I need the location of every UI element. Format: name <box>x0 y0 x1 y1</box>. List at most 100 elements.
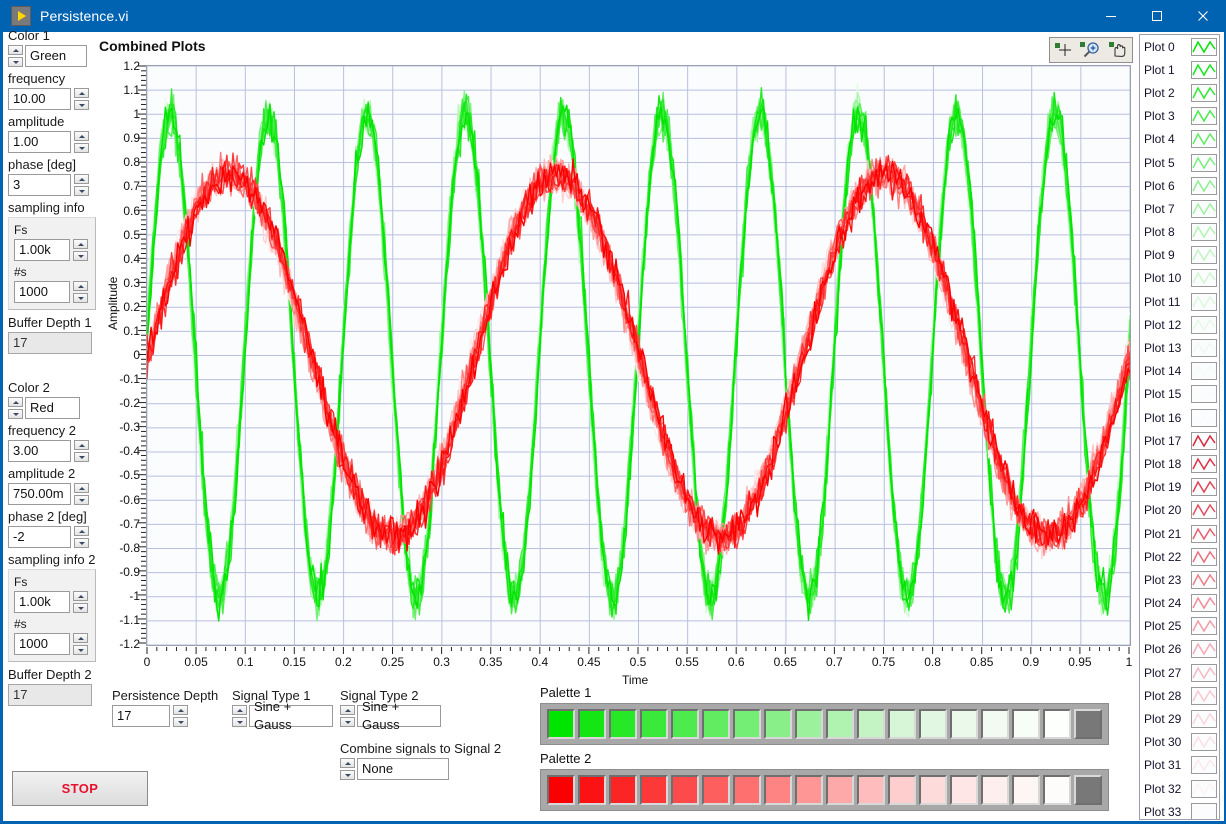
legend-row[interactable]: Plot 14 <box>1140 360 1219 383</box>
legend-line-style-swatch[interactable] <box>1191 199 1217 218</box>
palette-swatch[interactable] <box>857 775 885 805</box>
palette-swatch[interactable] <box>1012 709 1040 739</box>
ns-control[interactable]: 1000 <box>14 281 90 303</box>
legend-line-style-swatch[interactable] <box>1191 524 1217 543</box>
legend-row[interactable]: Plot 27 <box>1140 661 1219 684</box>
legend-row[interactable]: Plot 12 <box>1140 313 1219 336</box>
legend-row[interactable]: Plot 5 <box>1140 151 1219 174</box>
legend-line-style-swatch[interactable] <box>1191 570 1217 589</box>
legend-line-style-swatch[interactable] <box>1191 83 1217 102</box>
spin-down-icon[interactable] <box>74 495 89 505</box>
zoom-magnifier-icon[interactable] <box>1079 39 1103 61</box>
signal-type2-spinner[interactable] <box>340 705 355 727</box>
spin-down-icon[interactable] <box>340 717 355 727</box>
spin-up-icon[interactable] <box>74 483 89 493</box>
legend-line-style-swatch[interactable] <box>1191 478 1217 497</box>
palette-swatch[interactable] <box>702 709 730 739</box>
ns-spinner[interactable] <box>73 281 88 303</box>
palette-swatch[interactable] <box>950 709 978 739</box>
palette-empty-swatch[interactable] <box>1074 775 1102 805</box>
legend-row[interactable]: Plot 19 <box>1140 476 1219 499</box>
palette-swatch[interactable] <box>671 709 699 739</box>
palette-swatch[interactable] <box>578 709 606 739</box>
spin-down-icon[interactable] <box>74 100 89 110</box>
amplitude2-spinner[interactable] <box>74 483 89 505</box>
palette-swatch[interactable] <box>919 709 947 739</box>
ns2-spinner[interactable] <box>73 633 88 655</box>
palette-swatch[interactable] <box>733 775 761 805</box>
minimize-icon[interactable] <box>1088 0 1134 32</box>
legend-row[interactable]: Plot 31 <box>1140 754 1219 777</box>
close-icon[interactable] <box>1180 0 1226 32</box>
color2-control[interactable]: Red <box>8 397 104 419</box>
palette-swatch[interactable] <box>857 709 885 739</box>
legend-row[interactable]: Plot 28 <box>1140 684 1219 707</box>
phase-value[interactable]: 3 <box>8 174 71 196</box>
legend-row[interactable]: Plot 15 <box>1140 383 1219 406</box>
amplitude-spinner[interactable] <box>74 131 89 153</box>
spin-down-icon[interactable] <box>74 452 89 462</box>
palette-swatch[interactable] <box>1012 775 1040 805</box>
legend-line-style-swatch[interactable] <box>1191 315 1217 334</box>
spin-down-icon[interactable] <box>340 770 355 780</box>
persistence-depth-spinner[interactable] <box>173 705 188 727</box>
frequency-spinner[interactable] <box>74 88 89 110</box>
phase2-value[interactable]: -2 <box>8 526 71 548</box>
legend-row[interactable]: Plot 26 <box>1140 638 1219 661</box>
palette-swatch[interactable] <box>702 775 730 805</box>
color1-control[interactable]: Green <box>8 45 104 67</box>
spin-down-icon[interactable] <box>8 409 23 419</box>
palette-swatch[interactable] <box>981 775 1009 805</box>
palette-swatch[interactable] <box>547 775 575 805</box>
palette-swatch[interactable] <box>888 775 916 805</box>
plot-legend[interactable]: Plot 0 Plot 1 Plot 2 Plot 3 Plot 4 Plot 5 Plot… <box>1139 34 1220 820</box>
amplitude-value[interactable]: 1.00 <box>8 131 71 153</box>
frequency2-spinner[interactable] <box>74 440 89 462</box>
legend-row[interactable]: Plot 6 <box>1140 174 1219 197</box>
palette-swatch[interactable] <box>888 709 916 739</box>
palette-swatch[interactable] <box>609 775 637 805</box>
legend-row[interactable]: Plot 10 <box>1140 267 1219 290</box>
frequency-control[interactable]: 10.00 <box>8 88 104 110</box>
palette-swatch[interactable] <box>640 709 668 739</box>
legend-line-style-swatch[interactable] <box>1191 454 1217 473</box>
palette-swatch[interactable] <box>764 775 792 805</box>
palette-swatch[interactable] <box>1043 709 1071 739</box>
palette-swatch[interactable] <box>764 709 792 739</box>
combine-signals-value[interactable]: None <box>357 758 449 780</box>
spin-up-icon[interactable] <box>74 131 89 141</box>
legend-line-style-swatch[interactable] <box>1191 756 1217 775</box>
legend-line-style-swatch[interactable] <box>1191 733 1217 752</box>
legend-row[interactable]: Plot 11 <box>1140 290 1219 313</box>
legend-row[interactable]: Plot 16 <box>1140 406 1219 429</box>
persistence-depth-control[interactable]: Persistence Depth 17 <box>112 688 218 727</box>
legend-line-style-swatch[interactable] <box>1191 246 1217 265</box>
legend-row[interactable]: Plot 33 <box>1140 800 1219 819</box>
spin-down-icon[interactable] <box>173 717 188 727</box>
combine-signals-spinner[interactable] <box>340 758 355 780</box>
legend-line-style-swatch[interactable] <box>1191 60 1217 79</box>
legend-line-style-swatch[interactable] <box>1191 130 1217 149</box>
palette-swatch[interactable] <box>547 709 575 739</box>
legend-row[interactable]: Plot 3 <box>1140 105 1219 128</box>
legend-line-style-swatch[interactable] <box>1191 362 1217 381</box>
legend-line-style-swatch[interactable] <box>1191 617 1217 636</box>
spin-down-icon[interactable] <box>74 538 89 548</box>
spin-up-icon[interactable] <box>340 705 355 715</box>
palette-swatch[interactable] <box>733 709 761 739</box>
legend-line-style-swatch[interactable] <box>1191 107 1217 126</box>
phase-control[interactable]: 3 <box>8 174 104 196</box>
spin-up-icon[interactable] <box>173 705 188 715</box>
legend-row[interactable]: Plot 29 <box>1140 707 1219 730</box>
palette-swatch[interactable] <box>640 775 668 805</box>
spin-down-icon[interactable] <box>74 186 89 196</box>
legend-row[interactable]: Plot 30 <box>1140 731 1219 754</box>
amplitude2-value[interactable]: 750.00m <box>8 483 71 505</box>
frequency-value[interactable]: 10.00 <box>8 88 71 110</box>
legend-line-style-swatch[interactable] <box>1191 501 1217 520</box>
palette-swatch[interactable] <box>671 775 699 805</box>
spin-up-icon[interactable] <box>232 705 247 715</box>
spin-up-icon[interactable] <box>74 174 89 184</box>
legend-line-style-swatch[interactable] <box>1191 37 1217 56</box>
ns2-control[interactable]: 1000 <box>14 633 90 655</box>
